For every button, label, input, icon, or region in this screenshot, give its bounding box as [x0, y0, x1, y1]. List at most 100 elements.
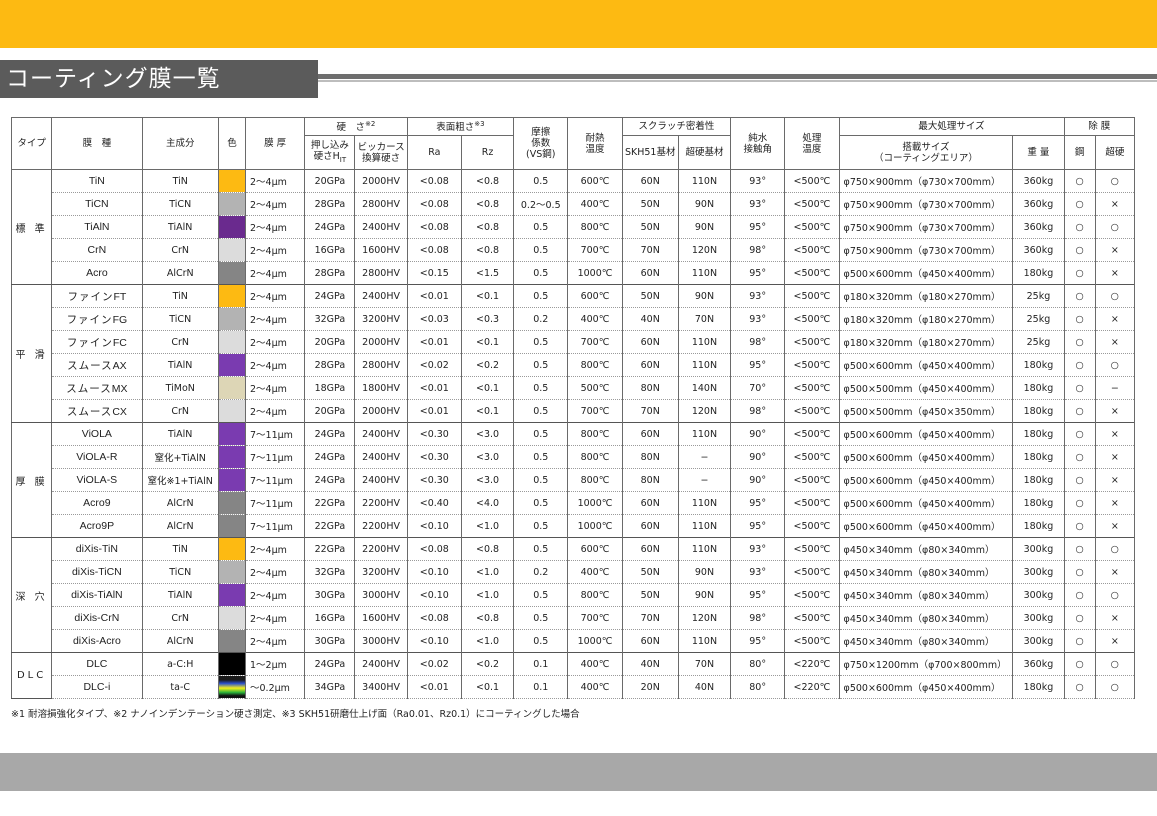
col-thickness: 膜 厚: [244, 117, 306, 170]
rz-cell: <0.8: [460, 169, 515, 193]
hard-removal-cell: ×: [1094, 307, 1136, 331]
rz-cell: <0.1: [460, 376, 515, 400]
film-name: DLC: [86, 658, 108, 670]
contact-angle-cell: 80°: [730, 675, 786, 699]
film-name: MX: [111, 382, 128, 395]
heat-cell: 800℃: [567, 468, 623, 492]
max-size-cell: φ750×900mm（φ730×700mm）: [838, 169, 1014, 193]
skh51-cell: 70N: [621, 606, 679, 630]
vickers-cell: 2000HV: [354, 330, 408, 354]
weight-cell: 180kg: [1012, 353, 1065, 377]
skh51-cell: 60N: [621, 353, 679, 377]
hit-cell: 24GPa: [304, 284, 356, 308]
table-row: スムースCX CrN 2〜4μm 20GPa 2000HV <0.01 <0.1 0.5 700…: [12, 399, 1136, 423]
component-cell: CrN: [141, 399, 219, 423]
max-size-cell: φ500×500mm（φ450×350mm）: [838, 399, 1014, 423]
skh51-cell: 50N: [621, 560, 679, 584]
max-size-cell: φ500×600mm（φ450×400mm）: [838, 353, 1014, 377]
skh51-cell: 60N: [621, 422, 679, 446]
ra-cell: <0.30: [406, 468, 462, 492]
carbide-cell: 90N: [677, 560, 732, 584]
color-swatch-cell: [217, 468, 247, 492]
carbide-cell: 120N: [677, 399, 732, 423]
weight-cell: 300kg: [1012, 537, 1065, 561]
table-row: スムースMX TiMoN 2〜4μm 18GPa 1800HV <0.01 <0.1 0.5 5…: [12, 376, 1136, 400]
color-swatch: [219, 331, 245, 353]
hit-cell: 32GPa: [304, 560, 356, 584]
hard-removal-cell: ○: [1094, 675, 1136, 699]
film-name-cell: ファインFG: [51, 307, 143, 331]
heat-cell: 800℃: [567, 583, 623, 607]
friction-cell: 0.1: [513, 652, 569, 676]
hit-cell: 32GPa: [304, 307, 356, 331]
col-carbide: 超硬基材: [677, 135, 732, 170]
rz-cell: <3.0: [460, 422, 515, 446]
type-cell: DLC: [10, 652, 53, 699]
vickers-cell: 3200HV: [354, 307, 408, 331]
film-name: diXis-TiCN: [71, 566, 122, 578]
max-size-cell: φ750×900mm（φ730×700mm）: [838, 192, 1014, 216]
friction-cell: 0.5: [513, 468, 569, 492]
carbide-cell: 120N: [677, 606, 732, 630]
steel-removal-cell: ○: [1063, 675, 1096, 699]
film-name-cell: スムースMX: [51, 376, 143, 400]
friction-cell: 0.5: [513, 537, 569, 561]
hard-removal-cell: ×: [1094, 238, 1136, 262]
ra-cell: <0.01: [406, 399, 462, 423]
hit-cell: 22GPa: [304, 514, 356, 538]
component-cell: TiN: [141, 284, 219, 308]
weight-cell: 300kg: [1012, 629, 1065, 653]
weight-cell: 300kg: [1012, 560, 1065, 584]
contact-angle-cell: 98°: [730, 399, 786, 423]
thickness-cell: 2〜4μm: [244, 330, 306, 354]
max-size-cell: φ750×900mm（φ730×700mm）: [838, 238, 1014, 262]
vickers-cell: 2200HV: [354, 491, 408, 515]
weight-cell: 300kg: [1012, 606, 1065, 630]
steel-removal-cell: ○: [1063, 215, 1096, 239]
film-name-cell: Acro9: [51, 491, 143, 515]
skh51-cell: 80N: [621, 445, 679, 469]
rz-cell: <0.3: [460, 307, 515, 331]
component-cell: 窒化※1+TiAlN: [141, 468, 219, 492]
contact-angle-cell: 98°: [730, 606, 786, 630]
hit-cell: 24GPa: [304, 215, 356, 239]
table-row: 深 穴 diXis-TiN TiN 2〜4μm 22GPa 2200HV <0.08 <0.8…: [10, 537, 1136, 653]
heat-cell: 800℃: [567, 422, 623, 446]
carbide-cell: 40N: [677, 675, 732, 699]
carbide-cell: −: [677, 468, 732, 492]
ra-cell: <0.01: [406, 330, 462, 354]
vickers-cell: 1600HV: [354, 238, 408, 262]
col-scratch: スクラッチ密着性: [621, 117, 732, 136]
carbide-cell: 90N: [677, 192, 732, 216]
film-name-prefix: スムース: [66, 382, 112, 395]
component-cell: CrN: [141, 606, 219, 630]
ra-cell: <0.01: [406, 376, 462, 400]
thickness-cell: 2〜4μm: [244, 284, 306, 308]
thickness-cell: 2〜4μm: [244, 606, 306, 630]
weight-cell: 180kg: [1012, 376, 1065, 400]
heat-cell: 1000℃: [567, 514, 623, 538]
vickers-cell: 2800HV: [354, 261, 408, 285]
thickness-cell: 2〜4μm: [244, 307, 306, 331]
top-banner: [0, 0, 1157, 48]
max-size-cell: φ500×600mm（φ450×400mm）: [838, 445, 1014, 469]
film-name-prefix: スムース: [67, 359, 113, 372]
heat-cell: 400℃: [567, 307, 623, 331]
weight-cell: 25kg: [1012, 307, 1065, 331]
skh51-cell: 50N: [621, 215, 679, 239]
skh51-cell: 80N: [621, 468, 679, 492]
weight-cell: 180kg: [1012, 445, 1065, 469]
steel-removal-cell: ○: [1063, 606, 1096, 630]
skh51-cell: 50N: [621, 583, 679, 607]
table-row: Acro9P AlCrN 7〜11μm 22GPa 2200HV <0.10 <1.0 0.5…: [12, 514, 1136, 538]
max-size-cell: φ450×340mm（φ80×340mm）: [838, 629, 1014, 653]
weight-cell: 180kg: [1012, 514, 1065, 538]
thickness-cell: 7〜11μm: [244, 468, 306, 492]
hit-cell: 30GPa: [304, 629, 356, 653]
color-swatch-cell: [217, 583, 247, 607]
col-steel: 鋼: [1063, 135, 1096, 170]
rz-cell: <1.0: [460, 629, 515, 653]
film-name: DLC-i: [83, 681, 111, 693]
film-name-cell: DLC-i: [51, 675, 143, 699]
component-cell: TiCN: [141, 192, 219, 216]
